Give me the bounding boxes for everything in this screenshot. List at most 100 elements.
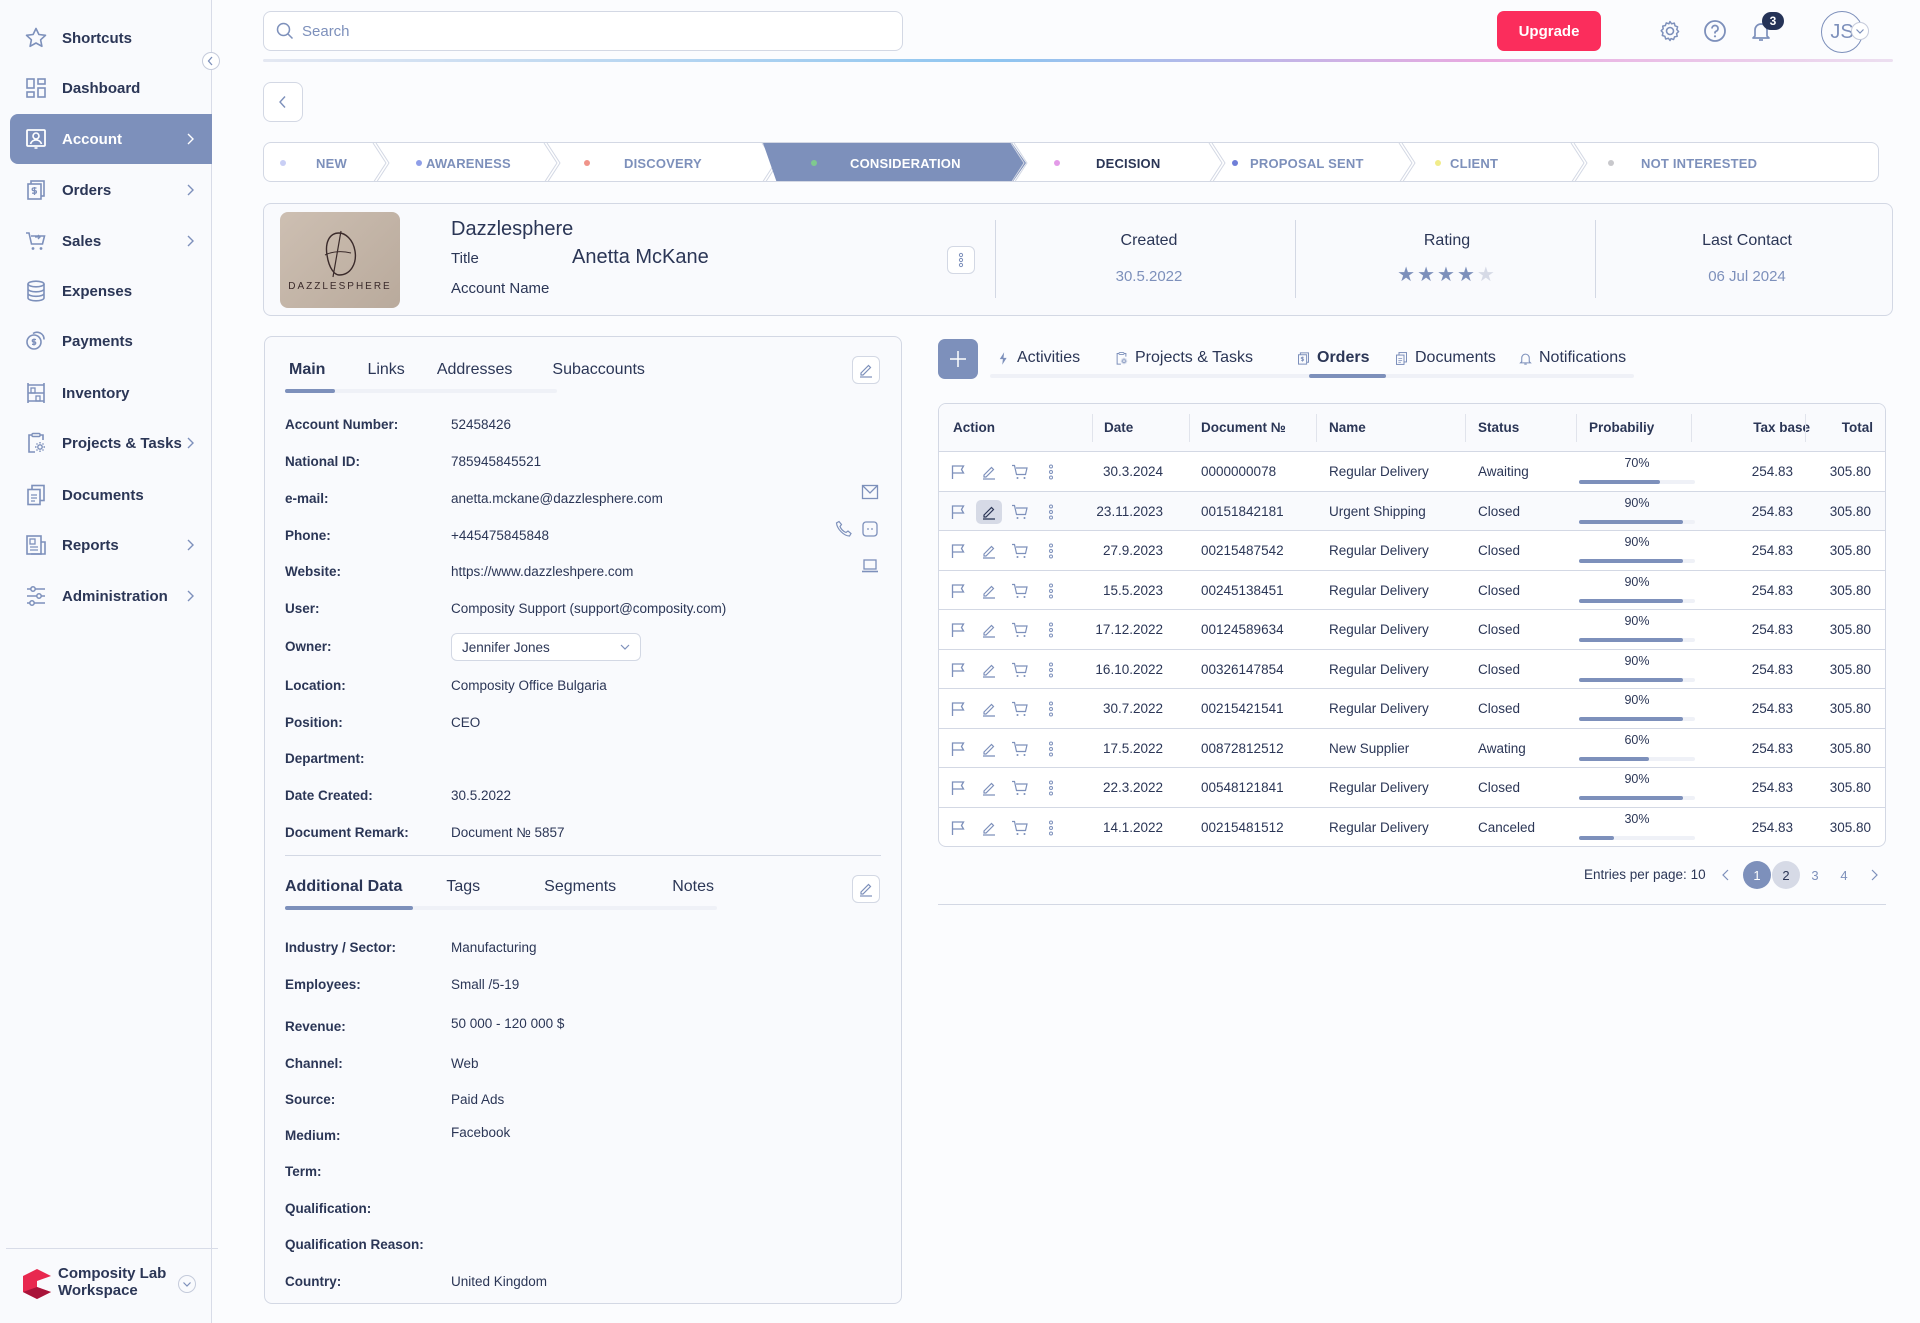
account-more-button[interactable]: [947, 246, 975, 274]
add-button[interactable]: [938, 339, 978, 379]
tab-activities[interactable]: Activities: [996, 349, 1080, 367]
sidebar-item-dashboard[interactable]: Dashboard: [10, 63, 212, 113]
edit-button[interactable]: [976, 737, 1002, 761]
more-actions-button[interactable]: [1038, 618, 1064, 642]
stage-client[interactable]: CLIENT: [1450, 143, 1498, 181]
add-to-cart-button[interactable]: [1007, 658, 1033, 682]
send-email-button[interactable]: [861, 483, 879, 501]
workspace-dropdown-button[interactable]: [178, 1275, 196, 1293]
column-header-probabiliy[interactable]: Probabiliy: [1589, 420, 1654, 435]
add-to-cart-button[interactable]: [1007, 539, 1033, 563]
stage-discovery[interactable]: DISCOVERY: [624, 143, 702, 181]
flag-button[interactable]: [945, 579, 971, 603]
sidebar-item-administration[interactable]: Administration: [10, 571, 212, 621]
sidebar-item-orders[interactable]: Orders: [10, 165, 212, 215]
column-header-action[interactable]: Action: [953, 420, 995, 435]
edit-button[interactable]: [976, 579, 1002, 603]
more-actions-button[interactable]: [1038, 539, 1064, 563]
more-actions-button[interactable]: [1038, 658, 1064, 682]
column-header-date[interactable]: Date: [1104, 420, 1133, 435]
tab-main[interactable]: Main: [289, 361, 325, 389]
page-3-button[interactable]: 3: [1801, 861, 1829, 889]
more-actions-button[interactable]: [1038, 737, 1064, 761]
tab-notes[interactable]: Notes: [672, 878, 714, 906]
call-button[interactable]: [835, 520, 853, 538]
flag-button[interactable]: [945, 618, 971, 642]
flag-button[interactable]: [945, 539, 971, 563]
settings-button[interactable]: [1657, 18, 1683, 44]
tab-segments[interactable]: Segments: [544, 878, 616, 906]
sidebar-item-projects-tasks[interactable]: Projects & Tasks: [10, 418, 212, 468]
stage-not-interested[interactable]: NOT INTERESTED: [1641, 143, 1757, 181]
stage-decision[interactable]: DECISION: [1096, 143, 1160, 181]
sidebar-item-sales[interactable]: Sales: [10, 216, 212, 266]
table-row[interactable]: 22.3.2022 00548121841 Regular Delivery Clos…: [939, 768, 1885, 808]
edit-button[interactable]: [976, 658, 1002, 682]
tab-links[interactable]: Links: [367, 361, 404, 389]
stage-awareness[interactable]: AWARENESS: [426, 143, 511, 181]
column-header-name[interactable]: Name: [1329, 420, 1366, 435]
add-to-cart-button[interactable]: [1007, 697, 1033, 721]
next-page-button[interactable]: [1860, 861, 1888, 889]
edit-button[interactable]: [976, 460, 1002, 484]
table-row[interactable]: 30.3.2024 0000000078 Regular Delivery Await…: [939, 452, 1885, 492]
table-row[interactable]: 17.12.2022 00124589634 Regular Delivery Clo…: [939, 610, 1885, 650]
flag-button[interactable]: [945, 658, 971, 682]
stage-new[interactable]: NEW: [316, 143, 347, 181]
add-to-cart-button[interactable]: [1007, 816, 1033, 840]
add-to-cart-button[interactable]: [1007, 500, 1033, 524]
tab-notifications[interactable]: Notifications: [1518, 349, 1626, 367]
owner-select[interactable]: Jennifer Jones: [451, 633, 641, 661]
column-header-tax-base[interactable]: Tax base: [1753, 420, 1810, 435]
sidebar-item-inventory[interactable]: Inventory: [10, 368, 212, 418]
edit-button[interactable]: [976, 618, 1002, 642]
sidebar-item-shortcuts[interactable]: Shortcuts: [10, 13, 212, 63]
edit-button[interactable]: [976, 816, 1002, 840]
column-header-document[interactable]: Document №: [1201, 420, 1286, 435]
previous-page-button[interactable]: [1712, 861, 1740, 889]
add-to-cart-button[interactable]: [1007, 776, 1033, 800]
edit-button[interactable]: [976, 776, 1002, 800]
edit-button[interactable]: [976, 499, 1002, 524]
page-2-button[interactable]: 2: [1772, 861, 1800, 889]
field-value-website[interactable]: https://www.dazzleshpere.com: [451, 564, 633, 579]
tab-projects-tasks[interactable]: Projects & Tasks: [1114, 349, 1253, 367]
column-header-total[interactable]: Total: [1842, 420, 1873, 435]
flag-button[interactable]: [945, 816, 971, 840]
add-to-cart-button[interactable]: [1007, 737, 1033, 761]
add-to-cart-button[interactable]: [1007, 579, 1033, 603]
search-box[interactable]: [263, 11, 903, 51]
chat-button[interactable]: [861, 520, 879, 538]
entries-per-page[interactable]: Entries per page: 10: [1584, 867, 1706, 882]
page-1-button[interactable]: 1: [1743, 861, 1771, 889]
flag-button[interactable]: [945, 737, 971, 761]
table-row[interactable]: 16.10.2022 00326147854 Regular Delivery Clo…: [939, 650, 1885, 689]
more-actions-button[interactable]: [1038, 776, 1064, 800]
tab-subaccounts[interactable]: Subaccounts: [552, 361, 645, 389]
tab-addresses[interactable]: Addresses: [437, 361, 513, 389]
edit-additional-button[interactable]: [852, 875, 880, 903]
more-actions-button[interactable]: [1038, 460, 1064, 484]
table-row[interactable]: 14.1.2022 00215481512 Regular Delivery Canc…: [939, 808, 1885, 847]
flag-button[interactable]: [945, 697, 971, 721]
table-row[interactable]: 27.9.2023 00215487542 Regular Delivery Clos…: [939, 531, 1885, 571]
column-header-status[interactable]: Status: [1478, 420, 1519, 435]
table-row[interactable]: 15.5.2023 00245138451 Regular Delivery Clos…: [939, 571, 1885, 610]
flag-button[interactable]: [945, 460, 971, 484]
sidebar-item-documents[interactable]: Documents: [10, 470, 212, 520]
table-row[interactable]: 17.5.2022 00872812512 New Supplier Awating 6…: [939, 729, 1885, 768]
flag-button[interactable]: [945, 776, 971, 800]
open-website-button[interactable]: [861, 557, 879, 575]
more-actions-button[interactable]: [1038, 816, 1064, 840]
workspace-switcher[interactable]: Composity Lab Workspace: [6, 1248, 218, 1323]
add-to-cart-button[interactable]: [1007, 618, 1033, 642]
page-4-button[interactable]: 4: [1830, 861, 1858, 889]
upgrade-button[interactable]: Upgrade: [1497, 11, 1601, 51]
edit-button[interactable]: [976, 697, 1002, 721]
tab-tags[interactable]: Tags: [446, 878, 480, 906]
flag-button[interactable]: [945, 500, 971, 524]
tab-orders[interactable]: Orders: [1296, 349, 1369, 367]
sidebar-item-expenses[interactable]: Expenses: [10, 266, 212, 316]
table-row[interactable]: 30.7.2022 00215421541 Regular Delivery Clos…: [939, 689, 1885, 729]
edit-button[interactable]: [976, 539, 1002, 563]
